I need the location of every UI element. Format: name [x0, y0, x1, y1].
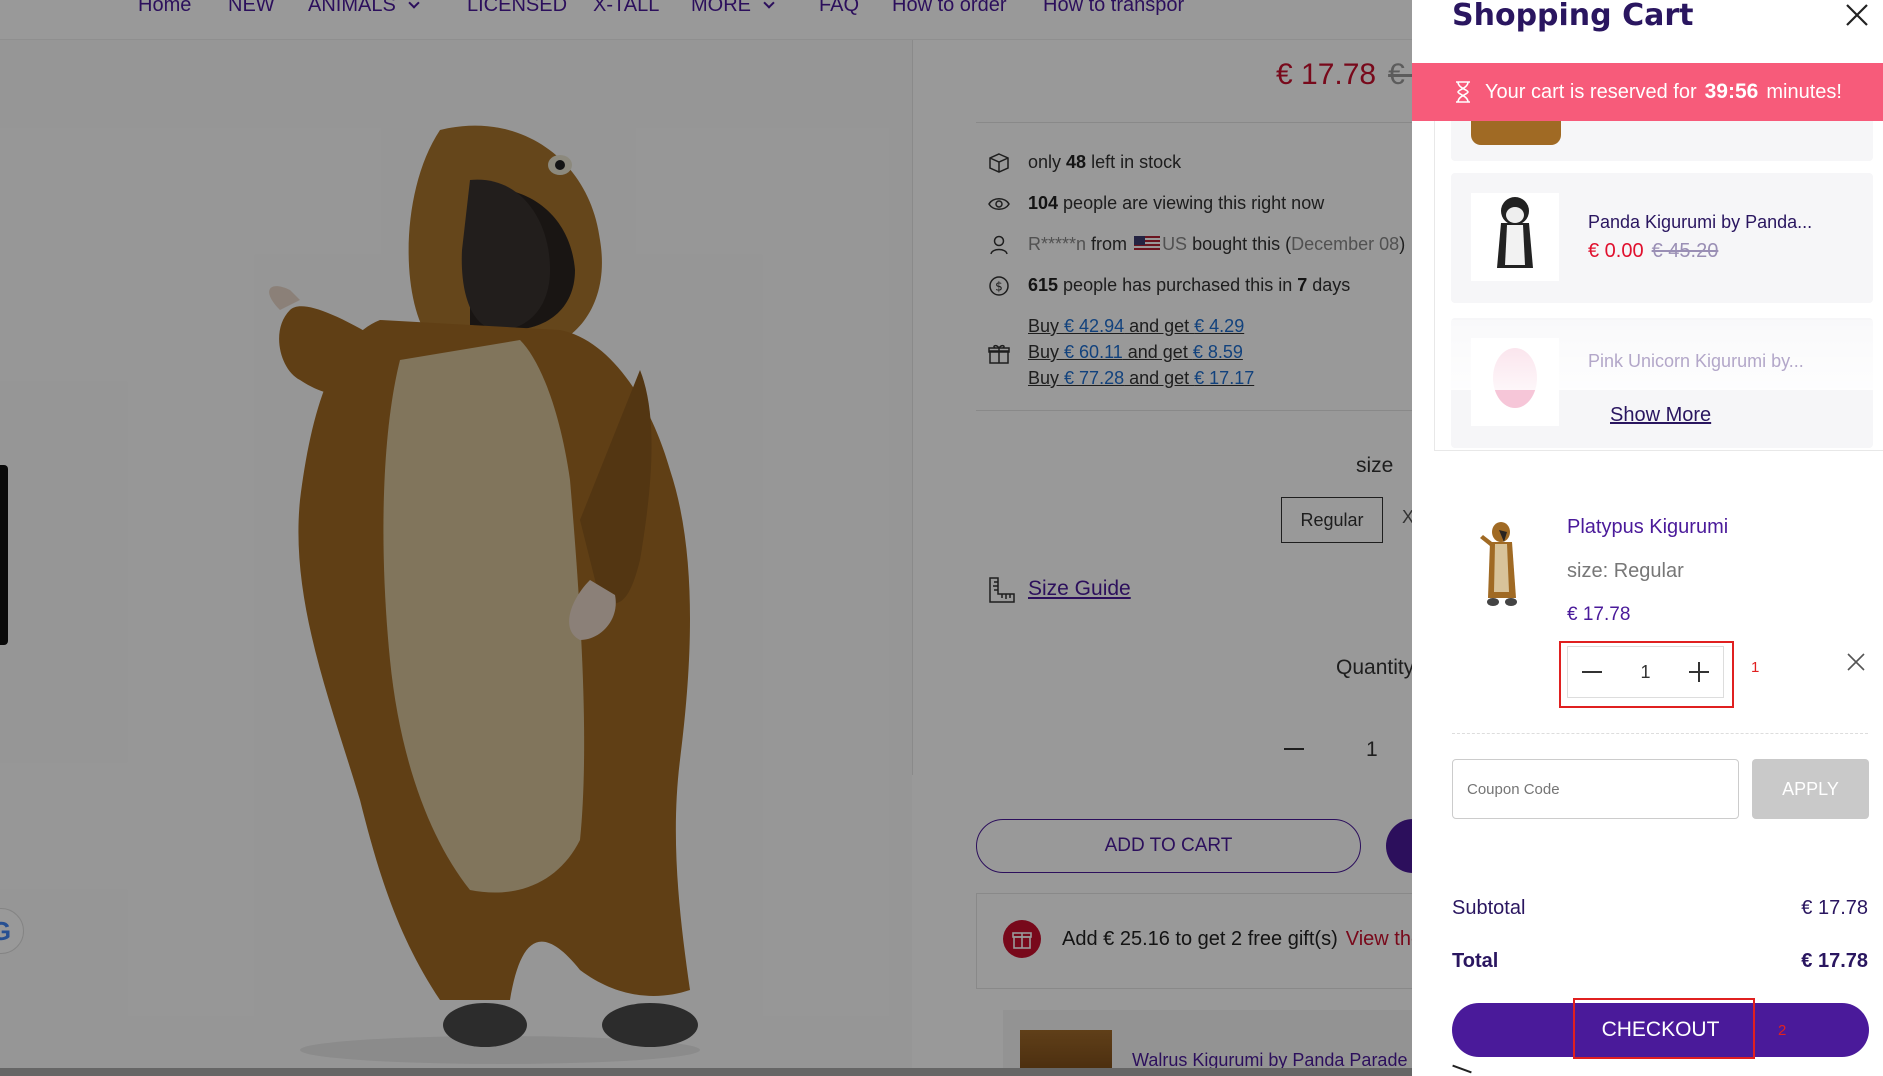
upsell-price-was: € 45.20	[1651, 240, 1719, 262]
modal-backdrop[interactable]	[0, 0, 1412, 1076]
cart-title: Shopping Cart	[1452, 0, 1694, 33]
annotation-box-2	[1573, 998, 1755, 1059]
annotation-box-1	[1559, 641, 1734, 708]
upsell-price-now: € 0.00	[1588, 240, 1644, 262]
upsell-panda-name[interactable]: Panda Kigurumi by Panda...	[1588, 212, 1812, 233]
size-key: size:	[1567, 560, 1609, 582]
upsell-card[interactable]	[1451, 121, 1873, 161]
divider	[1452, 733, 1868, 734]
total-label: Total	[1452, 950, 1499, 972]
hourglass-icon	[1456, 81, 1471, 103]
upsell-card-panda[interactable]	[1451, 173, 1873, 303]
cart-item-thumbnail[interactable]	[1474, 520, 1524, 608]
close-icon[interactable]	[1844, 2, 1870, 28]
remove-icon[interactable]	[1846, 652, 1866, 672]
cart-item-price: € 17.78	[1567, 604, 1631, 625]
upsell-panda-price: € 0.00 € 45.20	[1588, 240, 1718, 263]
upsell-thumbnail	[1471, 121, 1561, 145]
annotation-label-2: 2	[1778, 1022, 1787, 1039]
horizontal-scrollbar[interactable]	[0, 1068, 1412, 1076]
panda-costume-illustration	[1497, 197, 1533, 268]
panda-thumbnail	[1471, 193, 1559, 281]
total-value: € 17.78	[1801, 950, 1868, 972]
size-value: Regular	[1613, 560, 1684, 582]
cart-item-size: size: Regular	[1567, 560, 1684, 583]
apply-coupon-button[interactable]: APPLY	[1752, 759, 1869, 819]
reserve-timer: 39:56	[1704, 80, 1759, 103]
subtotal-label: Subtotal	[1452, 897, 1526, 919]
upsell-list[interactable]	[1434, 121, 1883, 451]
reserve-text: Your cart is reserved for	[1485, 80, 1697, 103]
cart-reservation-banner: Your cart is reserved for 39:56 minutes!	[1412, 63, 1883, 121]
subtotal-value: € 17.78	[1801, 897, 1868, 919]
show-more-link[interactable]: Show More	[1610, 404, 1711, 427]
cart-item-name[interactable]: Platypus Kigurumi	[1567, 516, 1728, 539]
annotation-label-1: 1	[1751, 659, 1760, 676]
reserve-suffix: minutes!	[1766, 80, 1842, 103]
coupon-code-input[interactable]	[1452, 759, 1739, 819]
upsell-unicorn-name[interactable]: Pink Unicorn Kigurumi by...	[1588, 351, 1804, 372]
